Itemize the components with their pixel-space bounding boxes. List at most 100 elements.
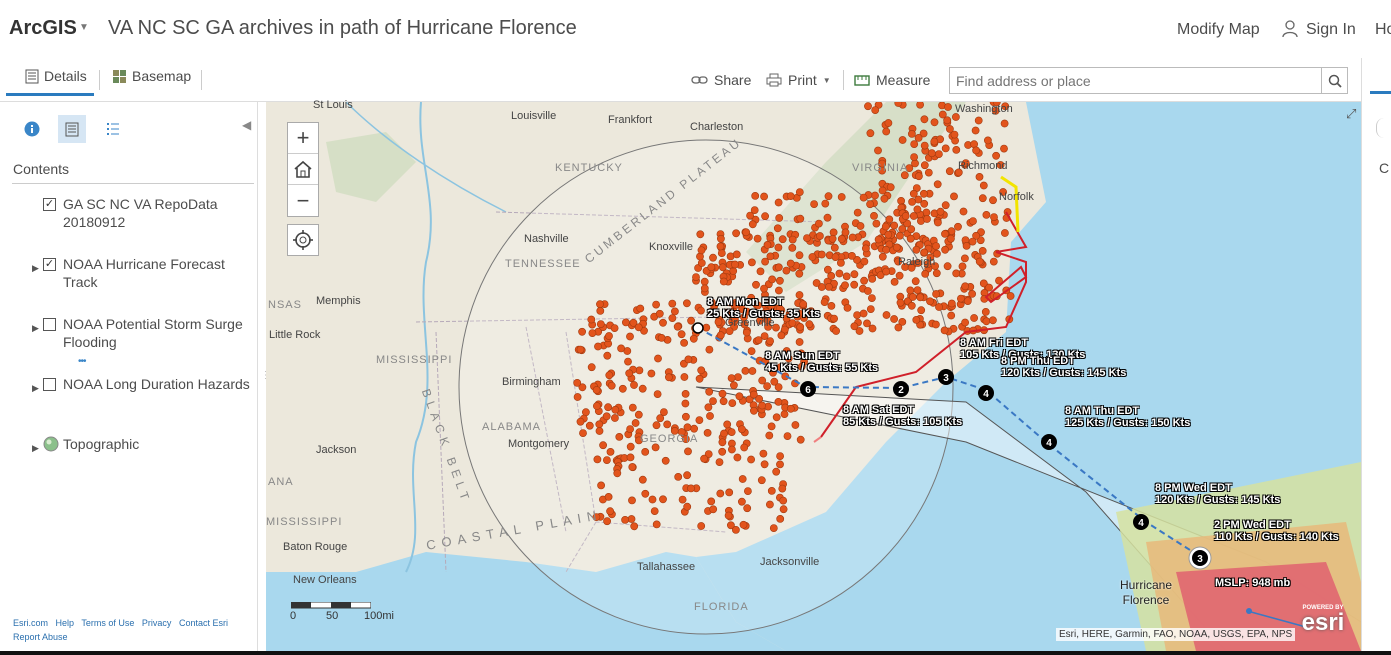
archive-point[interactable] <box>681 412 690 421</box>
archive-point[interactable] <box>975 257 984 266</box>
archive-point[interactable] <box>626 453 635 462</box>
archive-point[interactable] <box>878 186 887 195</box>
sign-in-link[interactable]: Sign In <box>1306 21 1356 39</box>
archive-point[interactable] <box>735 392 744 401</box>
archive-point[interactable] <box>754 336 763 344</box>
archive-point[interactable] <box>716 489 725 498</box>
archive-point[interactable] <box>959 207 968 216</box>
archive-point[interactable] <box>968 237 977 246</box>
archive-point[interactable] <box>816 232 824 240</box>
archive-point[interactable] <box>596 320 605 328</box>
archive-point[interactable] <box>603 517 611 526</box>
archive-point[interactable] <box>737 425 746 434</box>
archive-point[interactable] <box>909 189 918 198</box>
archive-point[interactable] <box>775 214 784 222</box>
archive-point[interactable] <box>683 502 692 511</box>
archive-point[interactable] <box>731 525 740 534</box>
archive-point[interactable] <box>705 387 714 396</box>
archive-point[interactable] <box>961 282 970 291</box>
archive-point[interactable] <box>941 201 950 210</box>
archive-point[interactable] <box>749 390 758 399</box>
hurricane-icon-sat[interactable]: 2 <box>893 381 909 397</box>
archive-point[interactable] <box>938 110 947 119</box>
more-options-icon[interactable]: ••• <box>78 353 86 371</box>
hurricane-icon-sun[interactable]: 6 <box>800 381 816 397</box>
archive-point[interactable] <box>958 262 967 271</box>
archive-point[interactable] <box>579 429 587 437</box>
archive-point[interactable] <box>576 345 585 354</box>
archive-point[interactable] <box>765 431 774 440</box>
archive-point[interactable] <box>617 344 625 353</box>
archive-point[interactable] <box>882 267 890 276</box>
archive-point[interactable] <box>828 234 837 243</box>
archive-point[interactable] <box>866 305 875 313</box>
archive-point[interactable] <box>936 207 945 216</box>
archive-point[interactable] <box>716 242 725 251</box>
archive-point[interactable] <box>896 231 904 240</box>
archive-point[interactable] <box>776 276 784 285</box>
archive-point[interactable] <box>742 328 751 337</box>
archive-point[interactable] <box>578 327 586 336</box>
archive-point[interactable] <box>628 496 636 505</box>
archive-point[interactable] <box>795 188 804 196</box>
footer-link-privacy[interactable]: Privacy <box>142 618 172 628</box>
archive-point[interactable] <box>908 198 916 206</box>
archive-point[interactable] <box>848 251 856 260</box>
archive-point[interactable] <box>767 486 776 495</box>
archive-point[interactable] <box>835 269 844 278</box>
archive-point[interactable] <box>930 118 939 127</box>
archive-point[interactable] <box>947 311 956 320</box>
archive-point[interactable] <box>935 303 943 311</box>
archive-point[interactable] <box>971 126 980 135</box>
archive-point[interactable] <box>772 467 781 476</box>
archive-point[interactable] <box>926 297 934 306</box>
archive-point[interactable] <box>747 455 755 464</box>
archive-point[interactable] <box>766 252 775 261</box>
archive-point[interactable] <box>979 181 988 190</box>
archive-point[interactable] <box>982 211 991 219</box>
archive-point[interactable] <box>830 243 839 252</box>
archive-point[interactable] <box>743 487 752 495</box>
archive-point[interactable] <box>856 222 865 230</box>
archive-point[interactable] <box>697 366 706 375</box>
archive-point[interactable] <box>915 172 923 181</box>
archive-point[interactable] <box>853 208 862 217</box>
zoom-in-button[interactable]: + <box>288 123 318 154</box>
archive-point[interactable] <box>595 420 604 429</box>
archive-point[interactable] <box>690 424 698 433</box>
archive-point[interactable] <box>945 167 954 176</box>
archive-point[interactable] <box>941 229 949 238</box>
archive-point[interactable] <box>796 322 805 331</box>
archive-point[interactable] <box>733 453 742 462</box>
archive-point[interactable] <box>853 311 861 319</box>
archive-point[interactable] <box>611 405 620 414</box>
archive-point[interactable] <box>724 511 733 520</box>
archive-point[interactable] <box>779 496 788 505</box>
archive-point[interactable] <box>906 286 915 295</box>
archive-point[interactable] <box>897 197 905 205</box>
archive-point[interactable] <box>841 228 850 237</box>
archive-point[interactable] <box>882 245 890 254</box>
archive-point[interactable] <box>587 315 596 324</box>
archive-point[interactable] <box>674 472 683 481</box>
archive-point[interactable] <box>963 297 972 305</box>
tab-details[interactable]: Details <box>25 68 87 84</box>
archive-point[interactable] <box>890 315 898 323</box>
archive-point[interactable] <box>950 130 959 139</box>
archive-point[interactable] <box>599 441 607 450</box>
archive-point[interactable] <box>715 458 724 466</box>
archive-point[interactable] <box>829 228 838 237</box>
archive-point[interactable] <box>932 290 940 298</box>
archive-point[interactable] <box>760 460 769 469</box>
archive-point[interactable] <box>920 161 929 170</box>
archive-point[interactable] <box>864 287 872 295</box>
archive-point[interactable] <box>795 269 804 278</box>
archive-point[interactable] <box>587 363 596 372</box>
archive-point[interactable] <box>808 253 817 261</box>
archive-point[interactable] <box>940 326 949 335</box>
archive-point[interactable] <box>842 272 851 281</box>
archive-point[interactable] <box>837 193 846 201</box>
archive-point[interactable] <box>628 403 637 412</box>
archive-point[interactable] <box>917 306 926 315</box>
archive-point[interactable] <box>768 275 776 284</box>
